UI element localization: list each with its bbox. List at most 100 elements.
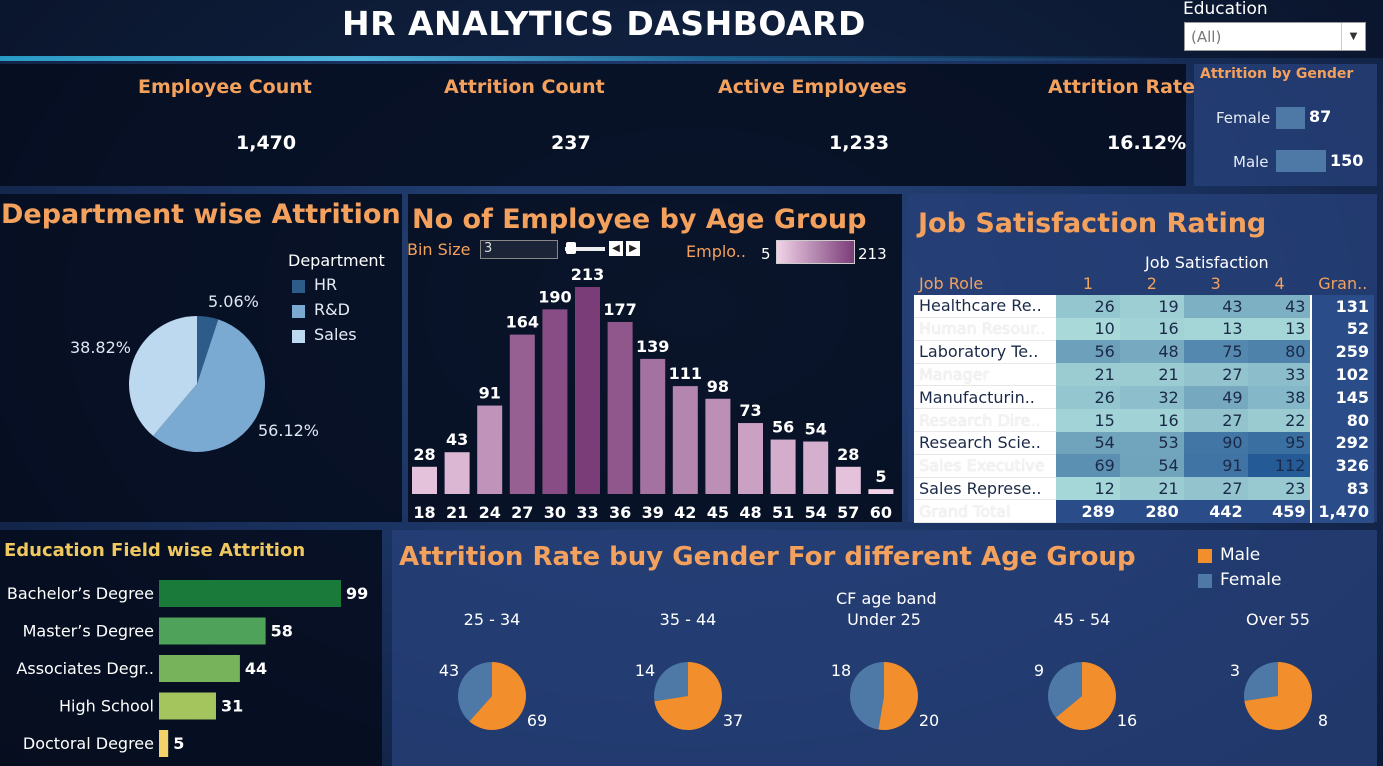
satisfaction-cell: 289 [1055,499,1120,523]
education-bar-value: 5 [173,734,184,753]
age-bar-value: 5 [875,467,886,486]
female-value: 14 [635,661,655,680]
age-bar [835,466,861,494]
education-bar [159,580,341,607]
age-bar [542,309,568,494]
education-filter-dropdown[interactable]: (All) ▼ [1184,22,1366,51]
row-total-cell: 52 [1310,317,1374,341]
female-value: 18 [831,661,851,680]
age-bar-value: 28 [413,445,435,464]
age-bar [575,287,600,494]
satisfaction-cell: 15 [1055,408,1120,432]
table-row: Sales Represe.. 12 21 27 23 83 [914,477,1374,501]
kpi-active-employees-value: 1,233 [829,132,890,154]
age-axis-tick: 21 [446,503,468,522]
age-axis-tick: 51 [772,503,794,522]
row-total-cell: 1,470 [1310,499,1374,523]
satisfaction-cell: 19 [1119,294,1184,318]
gender-female-bar [1276,107,1305,129]
age-bar-value: 177 [603,300,636,319]
male-slice [878,662,918,730]
education-bar-label: Master’s Degree [23,622,154,641]
age-bar-value: 139 [636,337,669,356]
age-bar [705,398,731,494]
age-group-bar-chart: 28 18 43 21 91 24 164 27 190 30 213 33 177 36 139 39 111… [412,265,894,522]
row-total-cell: 131 [1310,294,1374,318]
row-total-cell: 80 [1310,408,1374,432]
satisfaction-cell: 32 [1119,385,1184,409]
satisfaction-cell: 95 [1247,431,1312,455]
satisfaction-cell: 38 [1247,385,1312,409]
job-role-cell: Manager [914,363,1056,387]
female-slice [850,662,884,730]
job-satisfaction-group-header: Job Satisfaction [1145,253,1269,272]
age-axis-tick: 60 [870,503,892,522]
satisfaction-cell: 54 [1055,431,1120,455]
department-pie-chart: 5.06% 56.12% 38.82% [70,292,319,453]
page-title: HR ANALYTICS DASHBOARD [342,4,866,43]
row-total-cell: 102 [1310,363,1374,386]
row-total-cell: 292 [1310,431,1374,455]
male-value: 20 [919,711,939,730]
gender-male-label: Male [1233,153,1269,171]
job-satisfaction-title: Job Satisfaction Rating [918,208,1267,239]
kpi-attrition-rate-value: 16.12% [1107,132,1187,154]
female-value: 3 [1230,661,1240,680]
age-bar-value: 213 [571,265,604,284]
gender-male-value: 150 [1330,151,1364,170]
satisfaction-cell: 23 [1247,477,1312,500]
column-header: 2 [1146,273,1157,293]
education-field-bar-chart: Bachelor’s Degree 99 Master’s Degree 58 Asso… [7,580,368,757]
age-axis-tick: 27 [511,503,533,522]
job-role-cell: Laboratory Te.. [914,340,1056,364]
satisfaction-cell: 21 [1055,363,1120,386]
table-row: Manager 21 21 27 33 102 [914,363,1374,387]
male-value: 69 [527,711,547,730]
age-bar [607,321,633,494]
age-bar [803,441,829,494]
education-filter-label: Education [1183,0,1268,19]
satisfaction-cell: 43 [1183,294,1248,318]
female-value: 9 [1034,661,1044,680]
row-total-cell: 326 [1310,454,1374,478]
table-row: Research Scie.. 54 53 90 95 292 [914,431,1374,455]
satisfaction-cell: 53 [1119,431,1184,455]
table-row: Laboratory Te.. 56 48 75 80 259 [914,340,1374,364]
education-bar-value: 58 [271,622,293,641]
age-band-label: Under 25 [847,610,921,629]
satisfaction-cell: 26 [1055,294,1120,318]
satisfaction-cell: 112 [1247,454,1312,478]
age-bar [509,334,535,494]
satisfaction-cell: 43 [1247,294,1312,318]
satisfaction-cell: 48 [1119,340,1184,364]
male-value: 37 [723,711,743,730]
pie-slice-label: 56.12% [258,421,319,440]
age-bar-value: 56 [772,418,794,437]
education-bar-label: Doctoral Degree [23,734,154,753]
age-axis-tick: 24 [479,503,501,522]
age-bar [672,386,698,494]
gender-female-value: 87 [1309,107,1332,126]
satisfaction-cell: 22 [1247,408,1312,432]
education-bar [159,730,169,757]
age-bar [412,466,437,494]
male-value: 8 [1318,711,1328,730]
age-bar-value: 190 [538,287,571,306]
satisfaction-cell: 16 [1119,317,1184,341]
age-band-label: Over 55 [1246,610,1310,629]
satisfaction-cell: 442 [1183,499,1248,523]
age-bar-value: 164 [506,313,539,332]
kpi-attrition-rate-label: Attrition Rate [1048,76,1195,98]
row-total-cell: 145 [1310,385,1374,409]
column-header: Gran.. [1318,273,1368,293]
kpi-attrition-count-value: 237 [551,132,591,154]
table-row: Research Dire.. 15 16 27 22 80 [914,408,1374,433]
job-role-cell: Research Scie.. [914,431,1056,455]
age-bar-value: 91 [479,384,501,403]
age-bar [738,423,763,494]
age-axis-tick: 42 [674,503,696,522]
satisfaction-cell: 90 [1183,431,1248,455]
chevron-down-icon[interactable]: ▼ [1341,23,1365,50]
gender-age-pies: 25 - 34 43 69 35 - 44 14 37 Under 25 18 20 45 - 5… [439,610,1328,730]
table-row: Sales Executive 69 54 91 112 326 [914,454,1374,478]
